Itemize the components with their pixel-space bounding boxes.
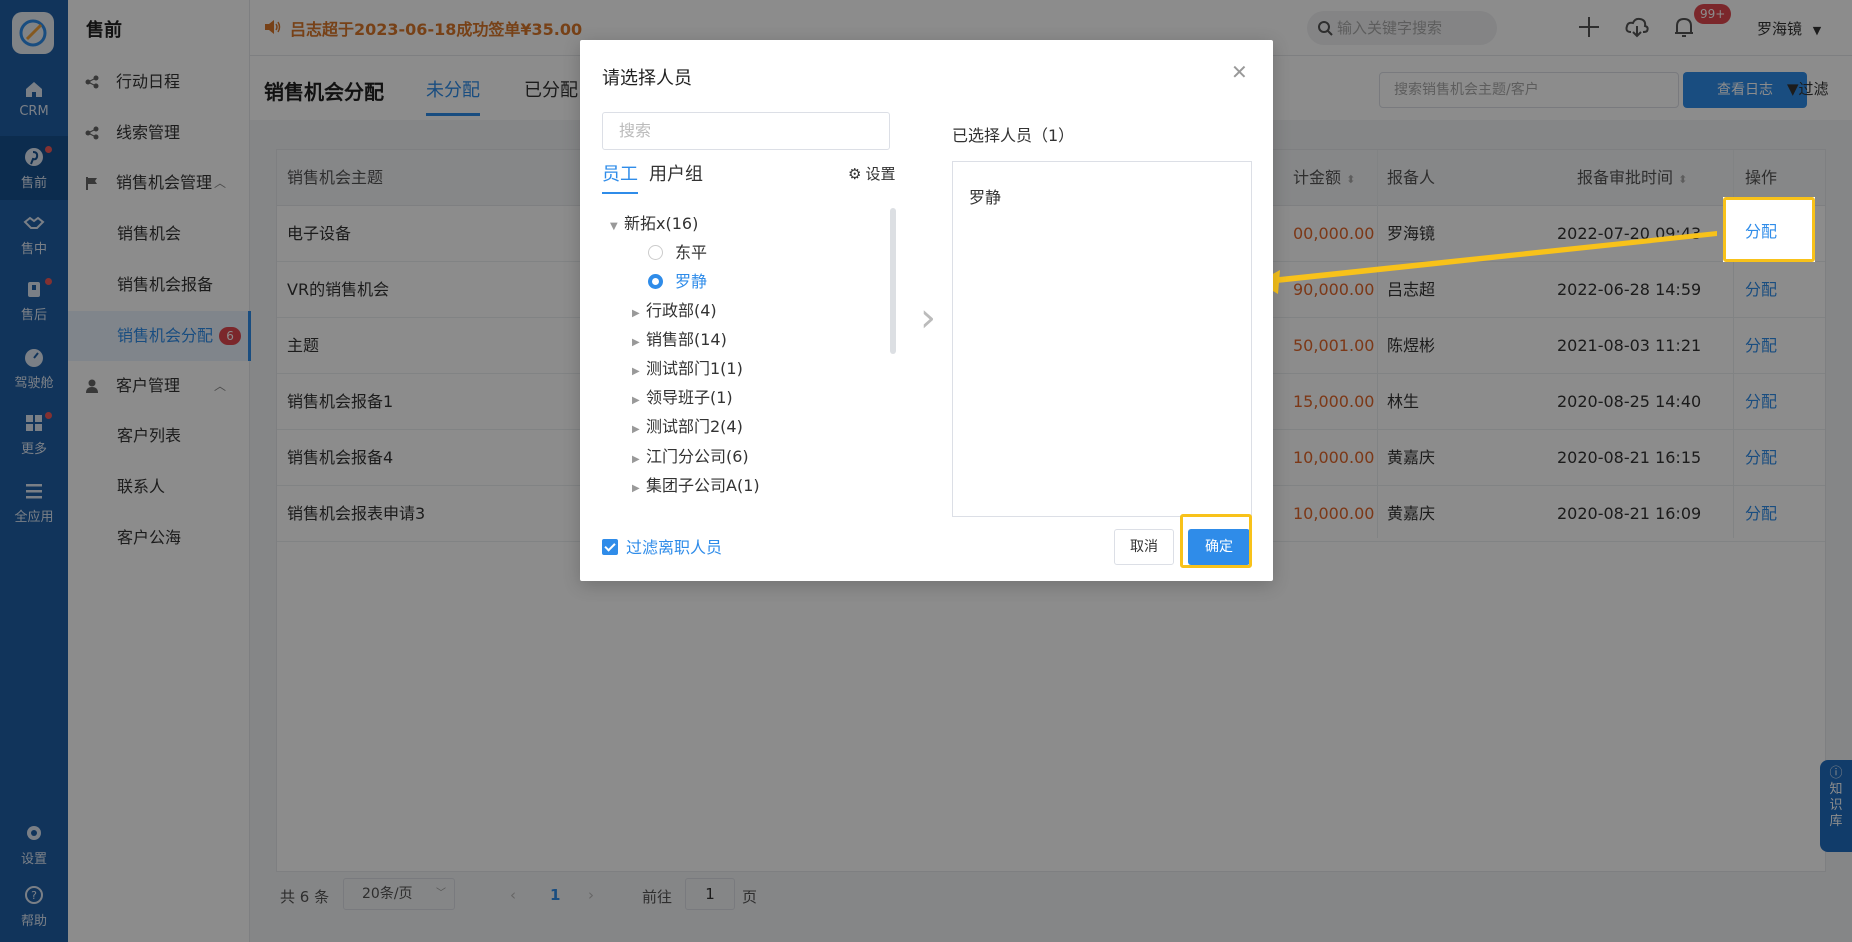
tree-node-label: 行政部(4)	[646, 301, 717, 320]
tree-node-label: 领导班子(1)	[646, 388, 733, 407]
radio-button-checked[interactable]	[648, 274, 663, 289]
tree-node-label: 集团子公司A(1)	[646, 476, 760, 495]
caret-right-icon: ▶	[632, 395, 640, 406]
caret-right-icon: ▶	[632, 483, 640, 494]
person-name: 罗静	[675, 272, 708, 291]
settings-label: 设置	[865, 165, 896, 183]
tab-employee[interactable]: 员工	[602, 160, 638, 194]
tree-node-group[interactable]: ▶ 测试部门1(1)	[632, 355, 743, 379]
radio-button[interactable]	[648, 245, 663, 260]
tree-node-label: 测试部门2(4)	[646, 417, 743, 436]
gear-icon: ⚙	[848, 165, 862, 183]
dialog-title: 请选择人员	[602, 68, 692, 89]
caret-right-icon: ▶	[632, 308, 640, 319]
tree-node-group[interactable]: ▶ 集团子公司A(1)	[632, 472, 760, 496]
person-search-input[interactable]: 搜索	[602, 112, 890, 150]
settings-button[interactable]: ⚙ 设置	[848, 163, 895, 184]
chevron-right-icon[interactable]: ›	[920, 298, 936, 338]
tree-node-label: 新拓x(16)	[624, 214, 699, 233]
filter-resigned-checkbox[interactable]: 过滤离职人员	[602, 534, 722, 558]
caret-down-icon: ▼	[610, 221, 618, 232]
tree-node-label: 销售部(14)	[646, 330, 727, 349]
tree-node-label: 测试部门1(1)	[646, 359, 743, 378]
tree-node-group[interactable]: ▶ 行政部(4)	[632, 297, 717, 321]
caret-right-icon: ▶	[632, 337, 640, 348]
checkbox-label: 过滤离职人员	[626, 538, 723, 557]
caret-right-icon: ▶	[632, 424, 640, 435]
org-tree: ▼ 新拓x(16) 东平 罗静 ▶ 行政部(4) ▶ 销售部(14) ▶ 测试部门1(1…	[602, 202, 892, 502]
tree-node-group[interactable]: ▶ 销售部(14)	[632, 326, 727, 350]
selected-person[interactable]: 罗静	[969, 184, 1001, 208]
checkbox-checked-icon	[602, 539, 618, 555]
highlight-box	[1180, 514, 1252, 568]
caret-right-icon: ▶	[632, 366, 640, 377]
cancel-button[interactable]: 取消	[1114, 529, 1174, 565]
person-option-selected[interactable]: 罗静	[648, 268, 707, 292]
tree-node-group[interactable]: ▶ 领导班子(1)	[632, 384, 733, 408]
tree-node-label: 江门分公司(6)	[646, 447, 749, 466]
tree-node-group[interactable]: ▶ 测试部门2(4)	[632, 413, 743, 437]
caret-right-icon: ▶	[632, 454, 640, 465]
person-option[interactable]: 东平	[648, 239, 707, 263]
person-name: 东平	[675, 243, 708, 262]
close-icon[interactable]: ✕	[1231, 60, 1248, 84]
tab-user-group[interactable]: 用户组	[649, 160, 703, 186]
select-person-dialog: 请选择人员 ✕ 搜索 员工 用户组 ⚙ 设置 ▼ 新拓x(16) 东平 罗静 ▶ 行政…	[580, 40, 1273, 581]
tree-node-group[interactable]: ▶ 江门分公司(6)	[632, 443, 749, 467]
tree-node-root[interactable]: ▼ 新拓x(16)	[610, 210, 698, 234]
tree-scrollbar[interactable]	[890, 208, 896, 354]
selected-list: 罗静	[952, 161, 1252, 517]
selected-header: 已选择人员（1）	[952, 126, 1075, 145]
